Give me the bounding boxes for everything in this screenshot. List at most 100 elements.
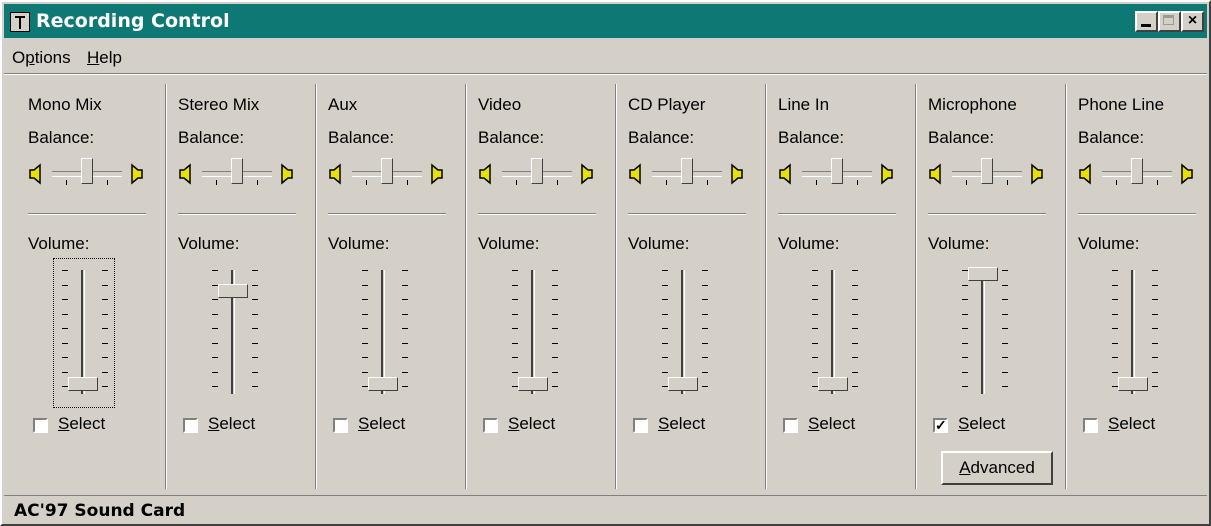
menu-options[interactable]: Options	[12, 48, 71, 68]
balance-label: Balance:	[178, 128, 245, 147]
balance-tick	[516, 180, 517, 185]
close-button[interactable]: ×	[1181, 11, 1204, 32]
section-divider	[178, 213, 296, 215]
channel-name: Aux	[328, 95, 358, 114]
title-bar[interactable]: Recording Control ×	[4, 4, 1207, 38]
volume-tick	[1152, 342, 1158, 344]
volume-tick	[212, 299, 218, 300]
volume-tick	[812, 313, 818, 315]
select-label[interactable]: Select	[208, 414, 255, 434]
maximize-button[interactable]	[1158, 11, 1181, 32]
volume-tick	[962, 386, 968, 387]
select-checkbox[interactable]: ✓	[933, 418, 948, 433]
volume-slider-thumb[interactable]	[218, 283, 248, 298]
volume-tick	[252, 284, 258, 286]
volume-slider-thumb[interactable]	[368, 377, 398, 391]
section-divider	[928, 213, 1046, 215]
volume-tick	[362, 270, 368, 271]
volume-tick	[1112, 284, 1118, 286]
volume-tick	[552, 284, 558, 286]
balance-slider-thumb[interactable]	[381, 158, 393, 184]
select-label[interactable]: Select	[958, 414, 1005, 434]
volume-tick	[402, 284, 408, 286]
volume-tick	[212, 270, 218, 271]
channel-strip: Microphone Balance: Volume: ✓ Select Advanced	[928, 84, 1068, 489]
volume-tick	[852, 270, 858, 271]
volume-tick	[662, 284, 668, 286]
select-checkbox[interactable]	[33, 418, 48, 433]
balance-slider-thumb[interactable]	[531, 158, 543, 184]
volume-tick	[662, 270, 668, 271]
volume-tick	[252, 299, 258, 300]
speaker-right-icon	[878, 163, 894, 185]
speaker-right-icon	[1178, 163, 1194, 185]
balance-tick	[1157, 180, 1158, 185]
select-checkbox[interactable]	[333, 418, 348, 433]
volume-slider-thumb[interactable]	[518, 377, 548, 391]
volume-tick	[1152, 284, 1158, 286]
select-checkbox[interactable]	[633, 418, 648, 433]
speaker-left-icon	[928, 163, 944, 185]
select-label[interactable]: Select	[58, 414, 105, 434]
balance-label: Balance:	[628, 128, 695, 147]
volume-slider-thumb[interactable]	[1118, 377, 1148, 391]
select-checkbox[interactable]	[483, 418, 498, 433]
select-label[interactable]: Select	[508, 414, 555, 434]
balance-slider-thumb[interactable]	[231, 158, 243, 184]
volume-tick	[402, 357, 408, 358]
volume-slider-thumb[interactable]	[818, 377, 848, 391]
volume-slider-thumb[interactable]	[968, 267, 998, 281]
balance-slider-thumb[interactable]	[81, 158, 93, 184]
balance-tick	[216, 180, 217, 185]
volume-tick	[852, 328, 858, 329]
select-checkbox[interactable]	[783, 418, 798, 433]
volume-tick	[962, 328, 968, 329]
volume-tick	[1112, 328, 1118, 329]
balance-slider-thumb[interactable]	[681, 158, 693, 184]
volume-tick	[962, 299, 968, 300]
channel-name: Line In	[778, 95, 830, 114]
channel-name: Mono Mix	[28, 95, 102, 114]
advanced-button[interactable]: Advanced	[941, 451, 1053, 485]
channel-separator	[315, 84, 317, 489]
channel-name: Stereo Mix	[178, 95, 260, 114]
channel-strip: Aux Balance: Volume: Select	[328, 84, 468, 489]
volume-tick	[1152, 313, 1158, 315]
volume-tick	[852, 371, 858, 373]
volume-tick	[1002, 342, 1008, 344]
speaker-left-icon	[478, 163, 494, 185]
volume-tick	[962, 371, 968, 373]
select-checkbox[interactable]	[183, 418, 198, 433]
volume-tick	[962, 284, 968, 286]
focus-rect	[53, 258, 115, 408]
volume-tick	[252, 357, 258, 358]
volume-tick	[552, 313, 558, 315]
menu-help[interactable]: Help	[87, 48, 122, 68]
select-label[interactable]: Select	[658, 414, 705, 434]
volume-tick	[812, 342, 818, 344]
volume-tick	[1002, 357, 1008, 358]
balance-tick	[407, 180, 408, 185]
select-label[interactable]: Select	[1108, 414, 1155, 434]
channel-name: CD Player	[628, 95, 706, 114]
volume-tick	[362, 371, 368, 373]
volume-label: Volume:	[178, 234, 240, 253]
volume-tick	[1152, 357, 1158, 358]
select-label[interactable]: Select	[808, 414, 855, 434]
speaker-right-icon	[1028, 163, 1044, 185]
volume-tick	[552, 371, 558, 373]
volume-tick	[812, 299, 818, 300]
select-label[interactable]: Select	[358, 414, 405, 434]
balance-tick	[366, 180, 367, 185]
speaker-left-icon	[1078, 163, 1094, 185]
speaker-right-icon	[578, 163, 594, 185]
balance-slider-thumb[interactable]	[1131, 158, 1143, 184]
volume-track	[981, 270, 985, 394]
select-checkbox[interactable]	[1083, 418, 1098, 433]
balance-slider-thumb[interactable]	[981, 158, 993, 184]
volume-tick	[512, 342, 518, 344]
channel-name: Microphone	[928, 95, 1017, 114]
balance-slider-thumb[interactable]	[831, 158, 843, 184]
minimize-button[interactable]	[1135, 11, 1158, 32]
volume-slider-thumb[interactable]	[668, 377, 698, 391]
